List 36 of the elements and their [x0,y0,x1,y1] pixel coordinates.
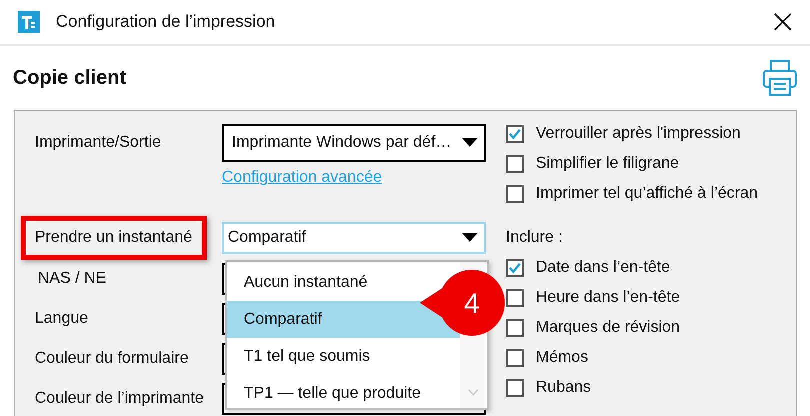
checkbox-label: Rubans [536,378,592,398]
checkbox-label: Simplifier le filigrane [536,154,680,174]
checkbox[interactable] [506,349,524,367]
field-label: Couleur du formulaire [34,349,190,369]
checkbox[interactable] [506,125,524,143]
dropdown-option[interactable]: Comparatif [227,301,462,338]
checkbox-label: Imprimer tel qu’affiché à l’écran [536,184,758,204]
checkbox[interactable] [506,289,524,307]
caret-icon [462,138,478,147]
step-number: 4 [464,288,480,319]
dropdown-option[interactable]: T1 tel que soumis [227,338,462,375]
checkbox[interactable] [506,185,524,203]
checkbox-label: Mémos [536,348,588,368]
section-label: Inclure : [506,228,563,248]
checkbox[interactable] [506,155,524,173]
checkbox-label: Heure dans l’en-tête [536,288,680,308]
printer-icon[interactable] [762,59,798,97]
app-icon [18,11,40,33]
checkbox[interactable] [506,379,524,397]
highlighted-label: Prendre un instantané [21,216,208,260]
section-title: Copie client [13,66,126,91]
checkbox[interactable] [506,319,524,337]
field-label: Imprimante/Sortie [34,133,162,153]
close-icon[interactable] [774,13,792,31]
field-label: NAS / NE [37,269,108,289]
field-label: Couleur de l’imprimante [34,389,205,409]
select-field[interactable]: Imprimante Windows par déf… [222,124,486,162]
checkbox-label: Date dans l’en-tête [536,258,670,278]
checkbox-label: Marques de révision [536,318,680,338]
select-field[interactable]: Comparatif [222,222,486,254]
caret-icon [462,233,478,242]
window-title: Configuration de l’impression [56,11,276,34]
checkbox[interactable] [506,259,524,277]
field-label: Langue [34,309,90,329]
dropdown-option[interactable]: TP1 — telle que produite [227,375,462,412]
checkbox-label: Verrouiller après l'impression [536,124,741,144]
